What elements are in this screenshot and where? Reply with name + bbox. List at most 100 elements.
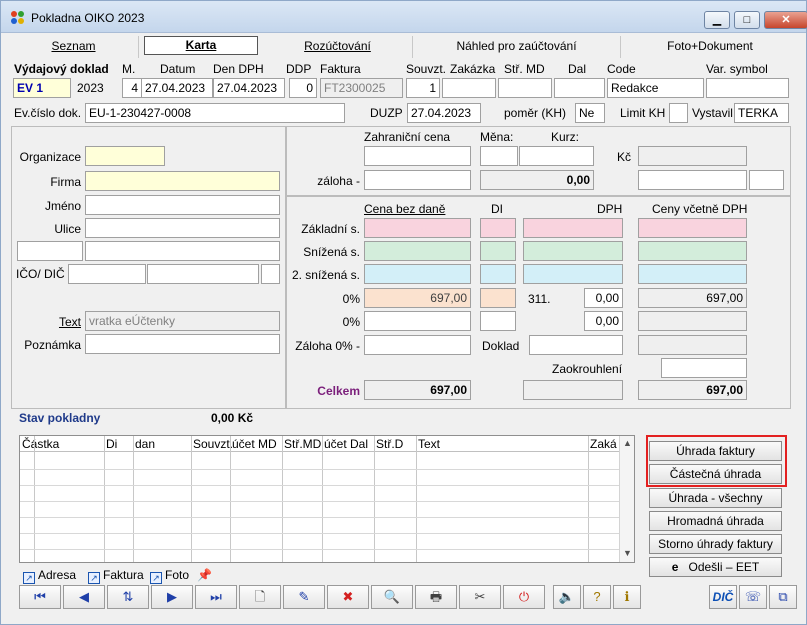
- sort-icon[interactable]: ⇅: [107, 585, 149, 609]
- kurz-field[interactable]: [519, 146, 594, 166]
- col-castka[interactable]: Částka: [22, 436, 59, 452]
- col-souvzt[interactable]: Souvzt.: [193, 436, 233, 452]
- help-icon[interactable]: ?: [583, 585, 611, 609]
- var-symbol-field[interactable]: [706, 78, 789, 98]
- tab-nahled[interactable]: Náhled pro zaúčtování: [413, 36, 621, 58]
- mena-field[interactable]: [480, 146, 518, 166]
- col-ucet-dal[interactable]: účet Dal: [324, 436, 368, 452]
- tools-icon[interactable]: ✂: [459, 585, 501, 609]
- snizena-incl-field[interactable]: [638, 241, 747, 261]
- hromadna-uhrada-button[interactable]: Hromadná úhrada: [649, 511, 782, 531]
- zero-rate-2-base-field[interactable]: [364, 311, 471, 331]
- maximize-button[interactable]: □: [734, 11, 760, 29]
- grid-scrollbar[interactable]: ▲ ▼: [619, 436, 634, 562]
- network-icon[interactable]: ⧉: [769, 585, 797, 609]
- zero-rate-di-field[interactable]: [480, 288, 516, 308]
- link-faktura[interactable]: ↗ Faktura: [88, 568, 144, 584]
- zaloha-kc-field[interactable]: [638, 170, 747, 190]
- duzp-field[interactable]: 27.04.2023: [407, 103, 481, 123]
- new-document-icon[interactable]: 🗋: [239, 585, 281, 609]
- close-button[interactable]: ✕: [764, 11, 807, 29]
- text-field[interactable]: vratka eÚčtenky: [85, 311, 280, 331]
- uhrada-vsechny-button[interactable]: Úhrada - všechny: [649, 488, 782, 508]
- col-di[interactable]: Di: [106, 436, 117, 452]
- zakazka-field[interactable]: [442, 78, 496, 98]
- dic-field[interactable]: [147, 264, 259, 284]
- snizena-base-field[interactable]: [364, 241, 471, 261]
- ulice-field[interactable]: [85, 218, 280, 238]
- delete-icon[interactable]: ✖: [327, 585, 369, 609]
- poznamka-field[interactable]: [85, 334, 280, 354]
- mesto-field[interactable]: [85, 241, 280, 261]
- tab-foto-dokument[interactable]: Foto+Dokument: [621, 36, 799, 58]
- tab-rozuctovani[interactable]: Rozúčtování: [263, 36, 413, 58]
- scroll-up-icon[interactable]: ▲: [620, 438, 634, 448]
- uhrada-faktury-button[interactable]: Úhrada faktury: [649, 441, 782, 461]
- druha-snizena-incl-field[interactable]: [638, 264, 747, 284]
- account-311-field[interactable]: 0,00: [584, 288, 623, 308]
- datum-field[interactable]: 27.04.2023: [141, 78, 213, 98]
- code-field[interactable]: Redakce: [607, 78, 704, 98]
- den-dph-field[interactable]: 27.04.2023: [213, 78, 285, 98]
- print-icon[interactable]: 🖶: [415, 585, 457, 609]
- link-adresa[interactable]: ↗ Adresa: [23, 568, 76, 584]
- scroll-down-icon[interactable]: ▼: [620, 548, 634, 558]
- organizace-field[interactable]: [85, 146, 165, 166]
- faktura-field[interactable]: FT2300025: [320, 78, 403, 98]
- zakladni-incl-field[interactable]: [638, 218, 747, 238]
- druha-snizena-dph-field[interactable]: [523, 264, 623, 284]
- dal-field[interactable]: [554, 78, 605, 98]
- sound-icon[interactable]: 🔈: [553, 585, 581, 609]
- col-dan[interactable]: dan: [135, 436, 155, 452]
- firma-field[interactable]: [85, 171, 280, 191]
- edit-icon[interactable]: ✎: [283, 585, 325, 609]
- psc-field[interactable]: [17, 241, 83, 261]
- souvzt-field[interactable]: 1: [406, 78, 440, 98]
- m-field[interactable]: 4: [122, 78, 142, 98]
- exit-power-icon[interactable]: ⏻: [503, 585, 545, 609]
- druha-snizena-di-field[interactable]: [480, 264, 516, 284]
- col-str-d[interactable]: Stř.D: [376, 436, 403, 452]
- col-zakazka[interactable]: Zaká: [590, 436, 617, 452]
- snizena-di-field[interactable]: [480, 241, 516, 261]
- zaloha-extra-field[interactable]: [749, 170, 784, 190]
- phone-icon[interactable]: ☏: [739, 585, 767, 609]
- previous-record-icon[interactable]: ◀: [63, 585, 105, 609]
- col-ucet-md[interactable]: účet MD: [232, 436, 277, 452]
- last-record-icon[interactable]: ⏭: [195, 585, 237, 609]
- zakladni-base-field[interactable]: [364, 218, 471, 238]
- col-str-md[interactable]: Stř.MD: [284, 436, 321, 452]
- minimize-button[interactable]: ▁: [704, 11, 730, 29]
- next-record-icon[interactable]: ▶: [151, 585, 193, 609]
- link-foto[interactable]: ↗ Foto: [150, 568, 189, 584]
- zero-rate-base-field[interactable]: 697,00: [364, 288, 471, 308]
- ddp-field[interactable]: 0: [289, 78, 317, 98]
- zakladni-di-field[interactable]: [480, 218, 516, 238]
- ev-field[interactable]: EV 1: [13, 78, 71, 98]
- zero-rate-2-dph-field[interactable]: 0,00: [584, 311, 623, 331]
- pin-icon[interactable]: 📌: [197, 568, 212, 582]
- kc-field[interactable]: [638, 146, 747, 166]
- castecna-uhrada-button[interactable]: Částečná úhrada: [649, 464, 782, 484]
- str-md-field[interactable]: [498, 78, 552, 98]
- zahranicni-cena-field[interactable]: [364, 146, 471, 166]
- limit-kh-checkbox[interactable]: [669, 103, 688, 123]
- vystavil-field[interactable]: TERKA: [734, 103, 789, 123]
- pomer-field[interactable]: Ne: [575, 103, 605, 123]
- zakladni-dph-field[interactable]: [523, 218, 623, 238]
- col-text[interactable]: Text: [418, 436, 440, 452]
- ico-field[interactable]: [68, 264, 146, 284]
- entries-grid[interactable]: Částka Di dan Souvzt. účet MD Stř.MD úče…: [19, 435, 635, 563]
- info-icon[interactable]: ℹ: [613, 585, 641, 609]
- tab-karta[interactable]: Karta: [144, 36, 258, 55]
- storno-uhrady-button[interactable]: Storno úhrady faktury: [649, 534, 782, 554]
- first-record-icon[interactable]: ⏮: [19, 585, 61, 609]
- zaokrouhleni-field[interactable]: [661, 358, 747, 378]
- ev-cislo-field[interactable]: EU-1-230427-0008: [85, 103, 345, 123]
- doklad-field[interactable]: [529, 335, 623, 355]
- zaloha-0-field[interactable]: [364, 335, 471, 355]
- druha-snizena-base-field[interactable]: [364, 264, 471, 284]
- dic-button[interactable]: DIČ: [709, 585, 737, 609]
- search-icon[interactable]: 🔍: [371, 585, 413, 609]
- odesli-eet-button[interactable]: e Odešli – EET: [649, 557, 782, 577]
